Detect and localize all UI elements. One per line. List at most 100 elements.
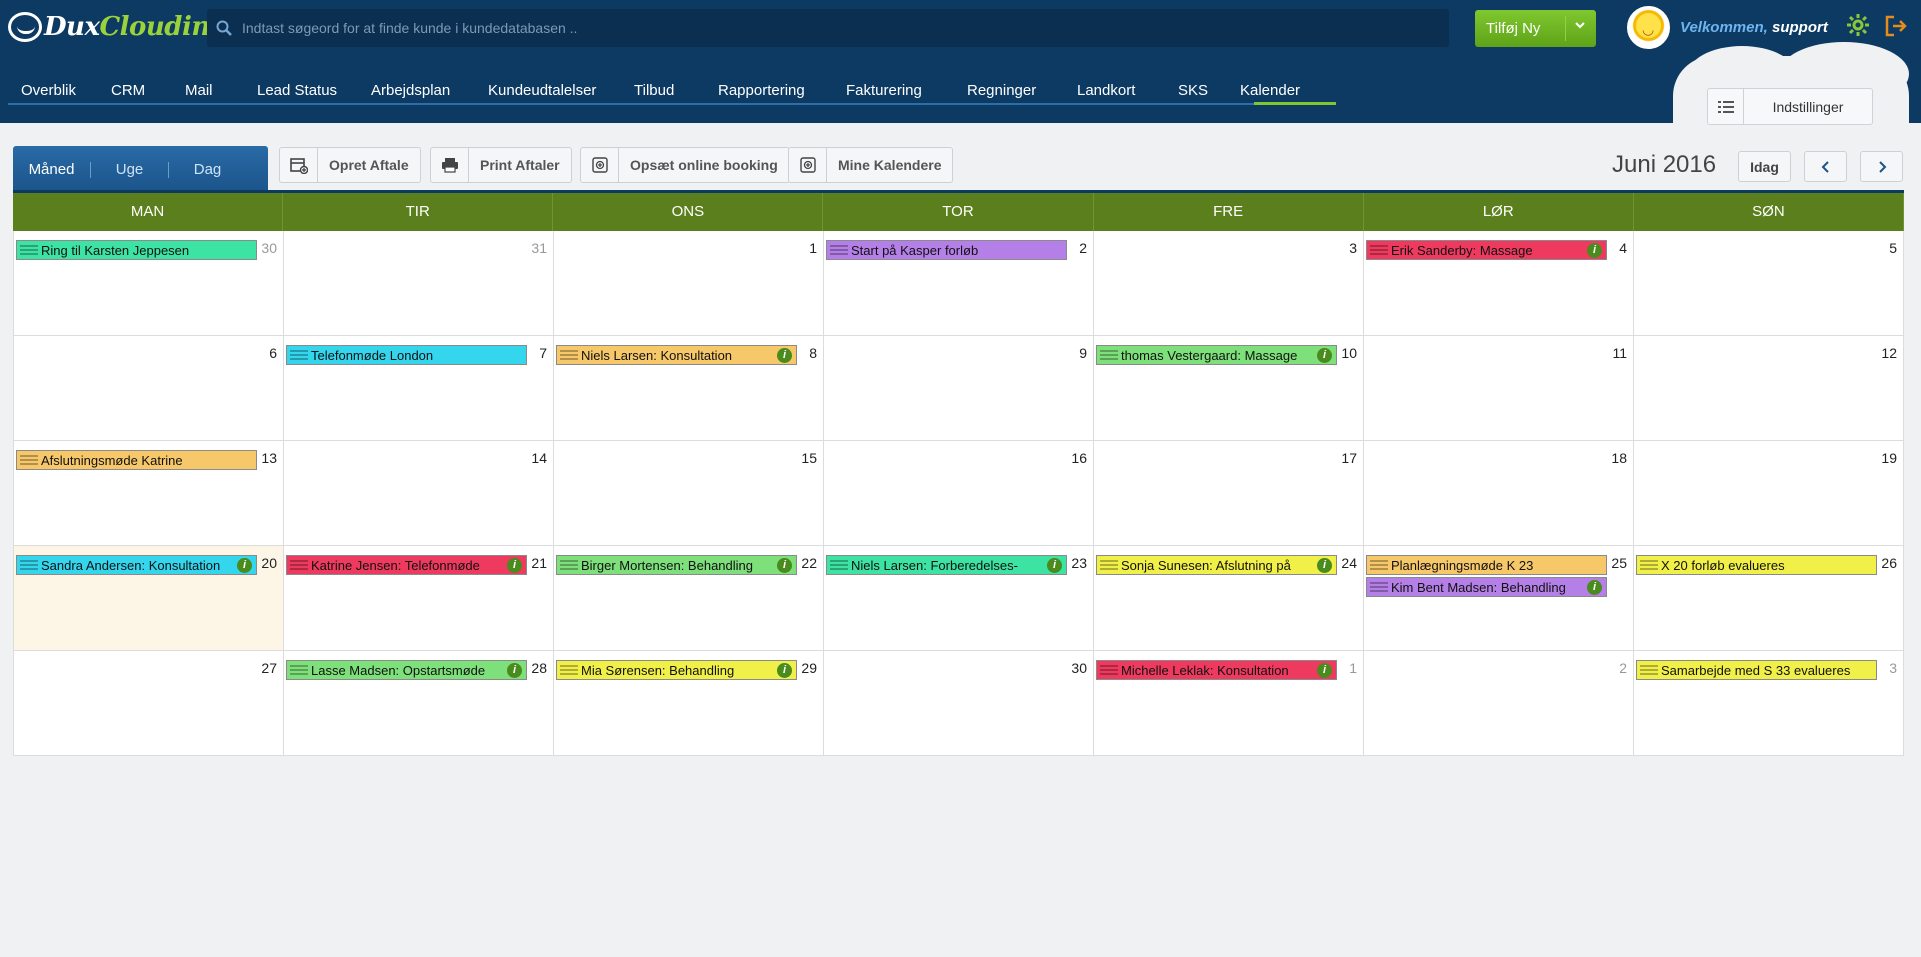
day-cell[interactable]: 30	[824, 651, 1094, 756]
day-cell[interactable]: 21 Katrine Jensen: Telefonmøde i	[284, 546, 554, 651]
calendar-event[interactable]: Sonja Sunesen: Afslutning på i	[1096, 555, 1337, 575]
calendar-event[interactable]: Birger Mortensen: Behandling i	[556, 555, 797, 575]
day-cell[interactable]: 11	[1364, 336, 1634, 441]
drag-handle-icon[interactable]	[287, 556, 311, 574]
drag-handle-icon[interactable]	[1367, 556, 1391, 574]
calendar-event[interactable]: Kim Bent Madsen: Behandling i	[1366, 577, 1607, 597]
drag-handle-icon[interactable]	[1097, 556, 1121, 574]
chevron-left-icon[interactable]	[1804, 151, 1847, 182]
add-new-button[interactable]: Tilføj Ny	[1475, 10, 1596, 47]
day-cell[interactable]: 10 thomas Vestergaard: Massage i	[1094, 336, 1364, 441]
day-cell[interactable]: 20 Sandra Andersen: Konsultation i	[14, 546, 284, 651]
calendar-event[interactable]: Michelle Leklak: Konsultation i	[1096, 660, 1337, 680]
info-icon[interactable]: i	[507, 557, 522, 573]
info-icon[interactable]: i	[777, 347, 792, 363]
tab-week[interactable]: Uge	[91, 161, 168, 178]
day-cell[interactable]: 1	[554, 231, 824, 336]
day-cell[interactable]: 17	[1094, 441, 1364, 546]
day-cell[interactable]: 2 Start på Kasper forløb	[824, 231, 1094, 336]
info-icon[interactable]: i	[1587, 579, 1602, 595]
info-icon[interactable]: i	[777, 557, 792, 573]
info-icon[interactable]: i	[1317, 557, 1332, 573]
day-cell[interactable]: 5	[1634, 231, 1904, 336]
drag-handle-icon[interactable]	[557, 556, 581, 574]
day-cell[interactable]: 23 Niels Larsen: Forberedelses-i	[824, 546, 1094, 651]
day-cell[interactable]: 31	[284, 231, 554, 336]
day-cell[interactable]: 3 Samarbejde med S 33 evalueres	[1634, 651, 1904, 756]
info-icon[interactable]: i	[1317, 662, 1332, 678]
calendar-event[interactable]: Sandra Andersen: Konsultation i	[16, 555, 257, 575]
calendar-event[interactable]: Afslutningsmøde Katrine	[16, 450, 257, 470]
drag-handle-icon[interactable]	[1097, 661, 1121, 679]
drag-handle-icon[interactable]	[557, 346, 581, 364]
day-cell[interactable]: 15	[554, 441, 824, 546]
day-cell[interactable]: 14	[284, 441, 554, 546]
calendar-event[interactable]: Start på Kasper forløb	[826, 240, 1067, 260]
drag-handle-icon[interactable]	[1097, 346, 1121, 364]
day-cell[interactable]: 4 Erik Sanderby: Massage i	[1364, 231, 1634, 336]
print-appointments-button[interactable]: Print Aftaler	[430, 147, 572, 183]
drag-handle-icon[interactable]	[1367, 241, 1391, 259]
day-cell[interactable]: 27	[14, 651, 284, 756]
my-calendars-button[interactable]: Mine Kalendere	[788, 147, 954, 183]
drag-handle-icon[interactable]	[827, 241, 851, 259]
info-icon[interactable]: i	[1317, 347, 1332, 363]
day-cell[interactable]: 9	[824, 336, 1094, 441]
info-icon[interactable]: i	[777, 662, 792, 678]
avatar[interactable]	[1627, 6, 1670, 49]
logout-icon[interactable]	[1884, 14, 1908, 44]
day-cell[interactable]: 24 Sonja Sunesen: Afslutning på i	[1094, 546, 1364, 651]
info-icon[interactable]: i	[1587, 242, 1602, 258]
drag-handle-icon[interactable]	[1367, 578, 1391, 596]
day-cell[interactable]: 16	[824, 441, 1094, 546]
create-appointment-button[interactable]: Opret Aftale	[279, 147, 421, 183]
tab-month[interactable]: Måned	[13, 161, 90, 194]
calendar-event[interactable]: Niels Larsen: Konsultation i	[556, 345, 797, 365]
drag-handle-icon[interactable]	[17, 451, 41, 469]
calendar-event[interactable]: Samarbejde med S 33 evalueres	[1636, 660, 1877, 680]
day-cell[interactable]: 7 Telefonmøde London	[284, 336, 554, 441]
search-input[interactable]	[241, 20, 1449, 36]
logo[interactable]: DuxClouding	[8, 8, 228, 46]
calendar-event[interactable]: Lasse Madsen: Opstartsmøde i	[286, 660, 527, 680]
drag-handle-icon[interactable]	[17, 556, 41, 574]
day-cell[interactable]: 2	[1364, 651, 1634, 756]
drag-handle-icon[interactable]	[287, 661, 311, 679]
drag-handle-icon[interactable]	[827, 556, 851, 574]
settings-button[interactable]: Indstillinger	[1707, 88, 1873, 125]
day-cell[interactable]: 18	[1364, 441, 1634, 546]
day-cell[interactable]: 25 Planlægningsmøde K 23 Kim Bent Madsen: …	[1364, 546, 1634, 651]
calendar-event[interactable]: X 20 forløb evalueres	[1636, 555, 1877, 575]
day-cell[interactable]: 26 X 20 forløb evalueres	[1634, 546, 1904, 651]
calendar-event[interactable]: thomas Vestergaard: Massage i	[1096, 345, 1337, 365]
calendar-event[interactable]: Katrine Jensen: Telefonmøde i	[286, 555, 527, 575]
day-cell[interactable]: 1 Michelle Leklak: Konsultation i	[1094, 651, 1364, 756]
drag-handle-icon[interactable]	[1637, 556, 1661, 574]
day-cell[interactable]: 13 Afslutningsmøde Katrine	[14, 441, 284, 546]
tab-day[interactable]: Dag	[169, 161, 246, 178]
drag-handle-icon[interactable]	[557, 661, 581, 679]
day-cell[interactable]: 22 Birger Mortensen: Behandling i	[554, 546, 824, 651]
day-cell[interactable]: 3	[1094, 231, 1364, 336]
today-button[interactable]: Idag	[1738, 151, 1791, 182]
day-cell[interactable]: 19	[1634, 441, 1904, 546]
calendar-event[interactable]: Niels Larsen: Forberedelses-i	[826, 555, 1067, 575]
search-icon[interactable]	[207, 20, 242, 36]
info-icon[interactable]: i	[1047, 557, 1062, 573]
gear-icon[interactable]	[1846, 13, 1870, 44]
drag-handle-icon[interactable]	[17, 241, 41, 259]
day-cell[interactable]: 30 Ring til Karsten Jeppesen	[14, 231, 284, 336]
calendar-event[interactable]: Erik Sanderby: Massage i	[1366, 240, 1607, 260]
drag-handle-icon[interactable]	[287, 346, 311, 364]
chevron-right-icon[interactable]	[1860, 151, 1903, 182]
day-cell[interactable]: 6	[14, 336, 284, 441]
day-cell[interactable]: 8 Niels Larsen: Konsultation i	[554, 336, 824, 441]
drag-handle-icon[interactable]	[1637, 661, 1661, 679]
day-cell[interactable]: 28 Lasse Madsen: Opstartsmøde i	[284, 651, 554, 756]
calendar-event[interactable]: Telefonmøde London	[286, 345, 527, 365]
calendar-event[interactable]: Planlægningsmøde K 23	[1366, 555, 1607, 575]
day-cell[interactable]: 12	[1634, 336, 1904, 441]
day-cell[interactable]: 29 Mia Sørensen: Behandling i	[554, 651, 824, 756]
calendar-event[interactable]: Mia Sørensen: Behandling i	[556, 660, 797, 680]
info-icon[interactable]: i	[507, 662, 522, 678]
